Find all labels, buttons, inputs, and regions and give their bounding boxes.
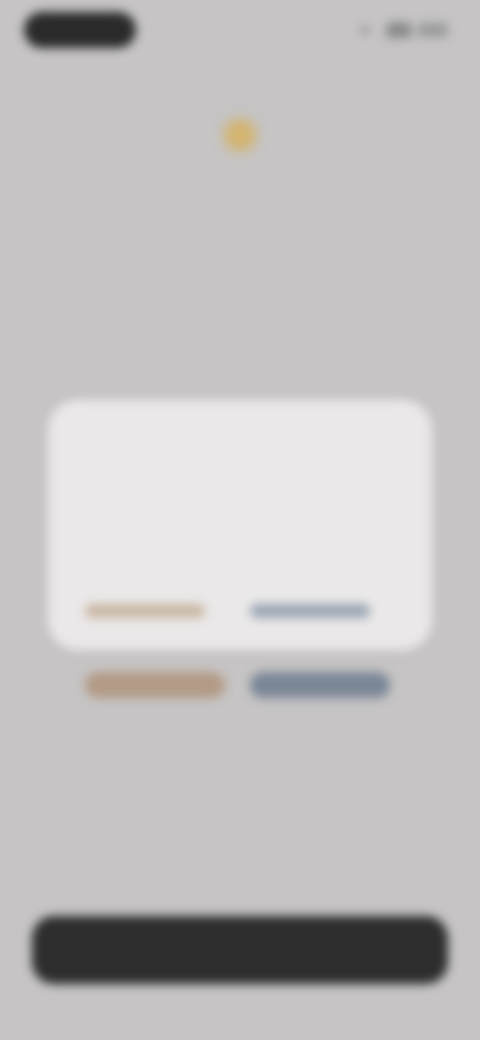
option-right-swatch-top	[250, 604, 370, 618]
option-right[interactable]	[250, 590, 400, 710]
option-left[interactable]	[85, 590, 235, 710]
option-right-swatch-bottom	[250, 672, 390, 698]
app-screen	[0, 0, 480, 1040]
primary-button[interactable]	[32, 916, 448, 984]
option-left-swatch-bottom	[85, 672, 225, 698]
option-left-swatch-top	[85, 604, 205, 618]
status-pill	[24, 12, 136, 48]
battery-icon	[418, 23, 448, 37]
wifi-icon	[386, 22, 412, 38]
status-icons	[360, 20, 450, 40]
signal-icon	[360, 28, 370, 32]
lightbulb-icon	[210, 105, 270, 165]
